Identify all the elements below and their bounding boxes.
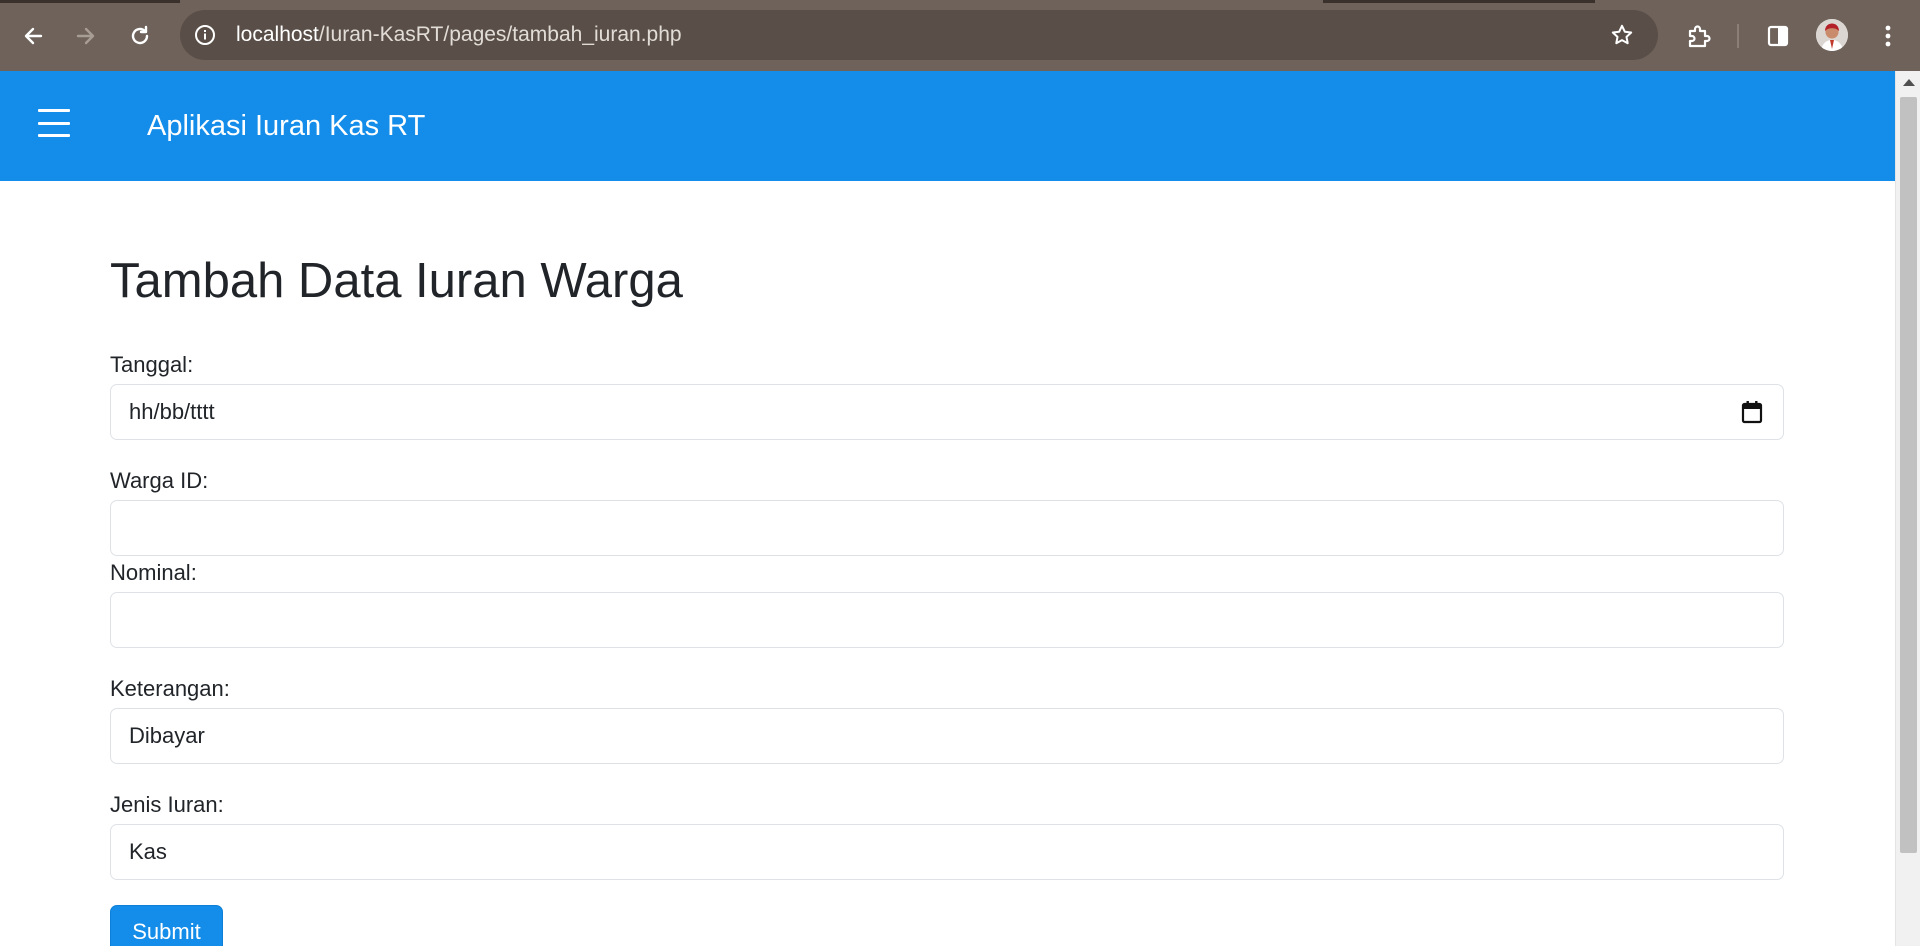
- tanggal-value: hh/bb/tttt: [129, 399, 215, 424]
- calendar-icon[interactable]: [1741, 400, 1763, 424]
- scroll-up-arrow-icon[interactable]: [1903, 79, 1915, 86]
- app-navbar: Aplikasi Iuran Kas RT: [0, 71, 1895, 181]
- address-url[interactable]: localhost/Iuran-KasRT/pages/tambah_iuran…: [236, 10, 682, 60]
- page-scrollbar[interactable]: [1895, 71, 1920, 946]
- address-bar[interactable]: localhost/Iuran-KasRT/pages/tambah_iuran…: [180, 10, 1658, 60]
- back-arrow-icon[interactable]: [15, 18, 51, 54]
- tanggal-label: Tanggal:: [110, 352, 194, 377]
- jenis-iuran-label: Jenis Iuran:: [110, 792, 224, 817]
- warga-id-label: Warga ID:: [110, 468, 209, 493]
- browser-toolbar: localhost/Iuran-KasRT/pages/tambah_iuran…: [0, 0, 1920, 71]
- info-icon[interactable]: [192, 22, 218, 48]
- jenis-iuran-field[interactable]: Kas: [110, 824, 1784, 880]
- keterangan-field[interactable]: Dibayar: [110, 708, 1784, 764]
- warga-id-field[interactable]: [110, 500, 1784, 556]
- tab-strip-edge: [1323, 0, 1595, 3]
- hamburger-icon[interactable]: [38, 109, 70, 137]
- app-brand[interactable]: Aplikasi Iuran Kas RT: [147, 106, 425, 146]
- page-title: Tambah Data Iuran Warga: [110, 254, 683, 308]
- url-host: localhost: [236, 23, 319, 46]
- reload-icon[interactable]: [122, 18, 158, 54]
- nominal-label: Nominal:: [110, 560, 197, 585]
- page-viewport: Aplikasi Iuran Kas RT Tambah Data Iuran …: [0, 71, 1895, 946]
- forward-arrow-icon[interactable]: [68, 18, 104, 54]
- star-icon[interactable]: [1608, 21, 1636, 49]
- keterangan-value: Dibayar: [129, 723, 205, 748]
- toolbar-divider: [1737, 24, 1739, 48]
- submit-button[interactable]: Submit: [110, 905, 223, 946]
- keterangan-label: Keterangan:: [110, 676, 230, 701]
- tab-strip-edge: [0, 0, 180, 3]
- tanggal-date-input[interactable]: hh/bb/tttt: [110, 384, 1784, 440]
- avatar[interactable]: [1816, 19, 1848, 51]
- side-panel-icon[interactable]: [1760, 18, 1796, 54]
- kebab-menu-icon[interactable]: [1870, 18, 1906, 54]
- scrollbar-thumb[interactable]: [1900, 97, 1917, 853]
- nominal-field[interactable]: [110, 592, 1784, 648]
- jenis-iuran-value: Kas: [129, 839, 167, 864]
- url-path: /Iuran-KasRT/pages/tambah_iuran.php: [318, 23, 682, 46]
- puzzle-icon[interactable]: [1681, 18, 1717, 54]
